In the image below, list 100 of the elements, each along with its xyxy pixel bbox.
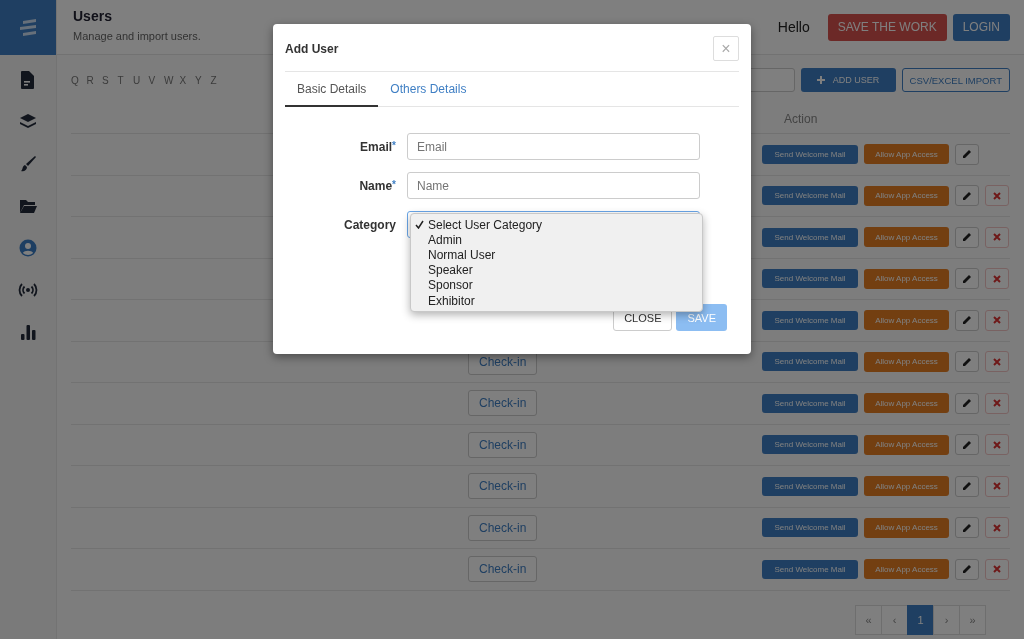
delete-button[interactable] [985,309,1009,331]
pencil-icon [962,398,972,409]
page-link[interactable]: » [959,605,986,635]
delete-button[interactable] [985,185,1009,207]
dialog-title: Add User [285,41,339,56]
edit-button[interactable] [955,351,979,373]
field-label: Email* [359,139,397,154]
edit-button[interactable] [955,143,979,165]
field-label: Name* [358,178,397,193]
pencil-icon [962,481,972,492]
pencil-icon [962,149,972,160]
page-link[interactable]: › [933,605,960,635]
send-welcome-mail-button[interactable]: Send Welcome Mail [762,559,858,579]
send-welcome-mail-button[interactable]: Send Welcome Mail [762,186,858,206]
alphabet-filter-link[interactable]: V [148,74,164,86]
add-user-button[interactable]: ADD USER [800,68,896,92]
check-in-button[interactable]: Check-in [468,390,538,417]
close-icon [993,482,1001,491]
send-welcome-mail-button[interactable]: Send Welcome Mail [762,393,858,413]
edit-button[interactable] [955,268,979,290]
page-link[interactable]: ‹ [881,605,908,635]
page-link[interactable]: « [855,605,882,635]
edit-button[interactable] [955,309,979,331]
edit-button[interactable] [955,226,979,248]
delete-button[interactable] [985,558,1009,580]
pencil-icon [962,522,972,533]
alphabet-filter-link[interactable]: T [117,74,133,86]
alphabet-filter-link[interactable]: R [86,74,102,86]
send-welcome-mail-button[interactable]: Send Welcome Mail [762,144,858,164]
send-welcome-mail-button[interactable]: Send Welcome Mail [762,310,858,330]
allow-app-access-button[interactable]: Allow App Access [864,144,949,165]
page-subtitle: Manage and import users. [73,30,202,42]
close-icon [993,357,1001,366]
alphabet-filter-link[interactable]: U [133,74,149,86]
allow-app-access-button[interactable]: Allow App Access [864,351,949,372]
allow-app-access-button[interactable]: Allow App Access [864,268,949,289]
edit-button[interactable] [955,185,979,207]
delete-button[interactable] [985,517,1009,539]
text-field[interactable]: Email [407,133,700,160]
save-work-button[interactable]: SAVE THE WORK [827,13,947,41]
allow-app-access-button[interactable]: Allow App Access [864,517,949,538]
alphabet-filter-link[interactable]: Z [210,74,226,86]
dropdown-option[interactable]: Select User Category [411,217,702,233]
alphabet-filter-link[interactable]: W [164,74,180,86]
allow-app-access-button[interactable]: Allow App Access [864,310,949,331]
greeting-text: Hello [777,19,810,35]
allow-app-access-button[interactable]: Allow App Access [864,393,949,414]
dropdown-option[interactable]: Admin [411,232,702,248]
tab[interactable]: Basic Details [285,72,379,107]
delete-button[interactable] [985,268,1009,290]
check-in-button[interactable]: Check-in [468,473,538,500]
page-link[interactable]: 1 [907,605,934,635]
alphabet-filter-link[interactable]: S [102,74,118,86]
dropdown-option[interactable]: Sponsor [411,277,702,293]
delete-button[interactable] [985,226,1009,248]
allow-app-access-button[interactable]: Allow App Access [864,185,949,206]
check-in-button[interactable]: Check-in [468,514,538,541]
send-welcome-mail-button[interactable]: Send Welcome Mail [762,435,858,455]
pencil-icon [962,232,972,243]
edit-button[interactable] [955,392,979,414]
delete-button[interactable] [985,475,1009,497]
check-in-button[interactable]: Check-in [468,431,538,458]
delete-button[interactable] [985,392,1009,414]
check-in-button[interactable]: Check-in [468,556,538,583]
send-welcome-mail-button[interactable]: Send Welcome Mail [762,518,858,538]
text-field[interactable]: Name [407,172,700,199]
alphabet-filter-link[interactable]: Y [195,74,211,86]
tab[interactable]: Others Details [378,72,479,107]
close-icon [993,399,1001,408]
edit-button[interactable] [955,475,979,497]
alphabet-filter-link[interactable]: X [179,74,195,86]
edit-button[interactable] [955,434,979,456]
pencil-icon [962,273,972,284]
delete-button[interactable] [985,434,1009,456]
stripes-logo-icon [18,18,38,37]
dropdown-option[interactable]: Speaker [411,262,702,278]
pencil-icon [962,315,972,326]
allow-app-access-button[interactable]: Allow App Access [864,476,949,497]
pencil-icon [962,439,972,450]
delete-button[interactable] [985,351,1009,373]
allow-app-access-button[interactable]: Allow App Access [864,434,949,455]
send-welcome-mail-button[interactable]: Send Welcome Mail [762,476,858,496]
login-button[interactable]: LOGIN [952,13,1010,41]
send-welcome-mail-button[interactable]: Send Welcome Mail [762,227,858,247]
pencil-icon [962,190,972,201]
dropdown-option[interactable]: Normal User [411,247,702,263]
allow-app-access-button[interactable]: Allow App Access [864,559,949,580]
page-title: Users [73,8,113,24]
send-welcome-mail-button[interactable]: Send Welcome Mail [762,352,858,372]
brush-icon [18,154,38,174]
close-icon [993,440,1001,449]
send-welcome-mail-button[interactable]: Send Welcome Mail [762,269,858,289]
edit-button[interactable] [955,517,979,539]
alphabet-filter-link[interactable]: Q [71,74,87,86]
close-icon [993,233,1001,242]
close-icon [993,565,1001,574]
import-button[interactable]: CSV/EXCEL IMPORT [901,68,1010,92]
close-button[interactable]: × [713,36,739,61]
edit-button[interactable] [955,558,979,580]
allow-app-access-button[interactable]: Allow App Access [864,227,949,248]
